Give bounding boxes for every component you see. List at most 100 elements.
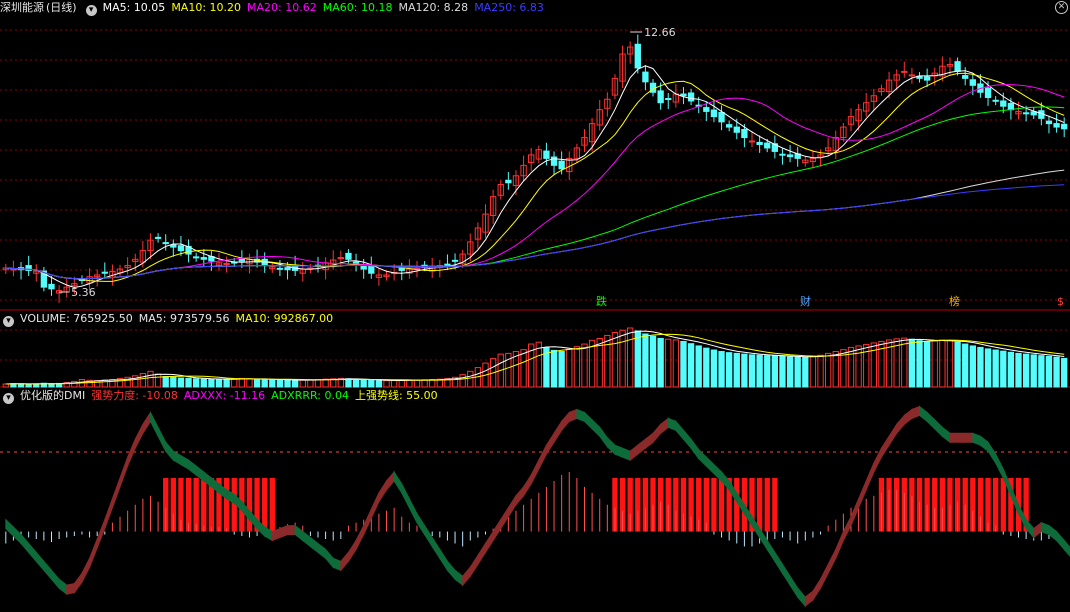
volume-bar: [764, 355, 771, 388]
candle-body: [558, 160, 565, 170]
dmi-ribbon-segment: [797, 586, 806, 608]
collapse-icon[interactable]: ▾: [3, 316, 14, 327]
volume-value: VOLUME: 765925.50: [20, 312, 133, 325]
volume-bar: [939, 339, 946, 388]
dmi-ribbon-segment: [294, 524, 304, 542]
dmi-upper-line: 上强势线: 55.00: [354, 389, 438, 402]
volume-bar: [1030, 354, 1037, 388]
dmi-pulse-bar: [262, 477, 268, 532]
volume-bar: [1007, 351, 1015, 388]
ma-indicator-5: MA250: 6.83: [474, 1, 544, 14]
dmi-ribbon-segment: [454, 569, 464, 587]
dmi-pulse-bar: [992, 477, 999, 532]
volume-bar: [208, 379, 215, 388]
dmi-ribbon-segment: [89, 538, 98, 568]
dmi-ribbon-segment: [690, 437, 700, 461]
volume-bar: [901, 337, 908, 388]
dmi-ribbon-segment: [104, 498, 113, 529]
event-tag-ranking[interactable]: 榜: [948, 295, 961, 308]
dmi-pulse-bar: [711, 477, 717, 532]
volume-bar: [954, 341, 961, 388]
dmi-ribbon-segment: [12, 525, 22, 545]
dmi-ribbon-segment: [172, 450, 182, 466]
candle-body: [162, 242, 169, 245]
high-price-label: 12.66: [644, 26, 676, 39]
dmi-ribbon-segment: [515, 485, 525, 507]
dmi-ribbon-segment: [538, 444, 547, 470]
dmi-ribbon-segment: [73, 571, 83, 595]
volume-bar: [604, 334, 611, 388]
dmi-ribbon-segment: [439, 547, 448, 572]
dmi-ribbon-segment: [492, 517, 502, 543]
dmi-ribbon-segment: [1040, 521, 1050, 536]
close-icon[interactable]: ✕: [1055, 1, 1068, 14]
volume-bar: [550, 349, 558, 388]
dmi-ribbon-segment: [28, 542, 37, 563]
volume-bar: [627, 327, 634, 388]
volume-bar: [261, 379, 268, 388]
volume-bar: [459, 374, 466, 388]
dmi-ribbon-segment: [500, 506, 509, 531]
dmi-ribbon-segment: [43, 559, 52, 581]
dmi-ribbon-segment: [949, 432, 959, 443]
candle-body: [451, 259, 459, 262]
candle-body: [1045, 120, 1053, 125]
volume-bar: [291, 379, 299, 388]
dmi-ribbon-segment: [401, 483, 410, 508]
candle-body: [992, 99, 999, 102]
event-tag-finance[interactable]: 财: [799, 295, 812, 308]
dmi-ribbon-segment: [134, 424, 144, 449]
volume-bar: [352, 379, 360, 388]
dmi-ribbon-segment: [835, 531, 844, 559]
dmi-adxxx: ADXXX: -11.16: [183, 389, 266, 402]
collapse-icon[interactable]: ▾: [3, 393, 14, 404]
dmi-ribbon-segment: [599, 425, 608, 449]
dmi-ribbon-segment: [119, 456, 129, 488]
dmi-ribbon-segment: [827, 549, 837, 574]
low-price-label: 5.36: [71, 286, 96, 299]
volume-bar: [680, 340, 687, 388]
volume-bar: [284, 379, 291, 388]
candle-body: [665, 98, 672, 101]
collapse-icon[interactable]: ▾: [85, 5, 97, 16]
dmi-ribbon-segment: [1056, 530, 1065, 551]
volume-bar: [368, 379, 375, 388]
dmi-ribbon-segment: [759, 526, 768, 552]
volume-bar: [177, 377, 185, 388]
volume-bar: [1022, 353, 1030, 388]
ma-line-ma20: [5, 84, 1065, 280]
event-tag-drop[interactable]: 跌: [595, 295, 608, 308]
dmi-ribbon-segment: [462, 565, 471, 587]
candle-body: [748, 140, 756, 143]
candle-body: [725, 124, 733, 128]
dmi-ribbon-segment: [979, 435, 989, 453]
dmi-ribbon-segment: [507, 494, 517, 519]
volume-bar: [299, 379, 306, 388]
volume-bar: [390, 379, 398, 388]
dmi-ribbon-segment: [934, 418, 943, 438]
dmi-ribbon-segment: [408, 498, 418, 523]
volume-bar: [642, 333, 649, 388]
volume-bar: [238, 377, 246, 388]
dmi-pulse-bar: [1000, 477, 1006, 532]
candle-body: [543, 150, 550, 159]
dmi-panel-header: ▾ 优化版的DMI 强势力度: -10.08 ADXXX: -11.16 ADXRRR:…: [0, 388, 1070, 404]
candle-body: [1007, 102, 1015, 111]
dmi-ribbon-segment: [149, 412, 159, 437]
dmi-pulse-bar: [772, 477, 778, 532]
dmi-ribbon-segment: [1048, 524, 1058, 542]
dmi-ribbon-segment: [766, 538, 776, 564]
volume-bar: [672, 339, 680, 388]
volume-bar: [756, 354, 763, 388]
volume-bar: [931, 340, 938, 388]
dmi-ribbon-segment: [903, 408, 913, 426]
stock-name: 深圳能源: [0, 1, 44, 14]
volume-bar: [200, 378, 207, 388]
candle-body: [276, 267, 284, 270]
dmi-pulse-bar: [269, 477, 275, 532]
volume-bar: [703, 347, 710, 388]
dmi-ribbon-segment: [279, 524, 289, 539]
dmi-ribbon-segment: [964, 432, 974, 443]
event-tag-dollar[interactable]: $: [1056, 295, 1065, 308]
volume-bar: [733, 352, 740, 388]
